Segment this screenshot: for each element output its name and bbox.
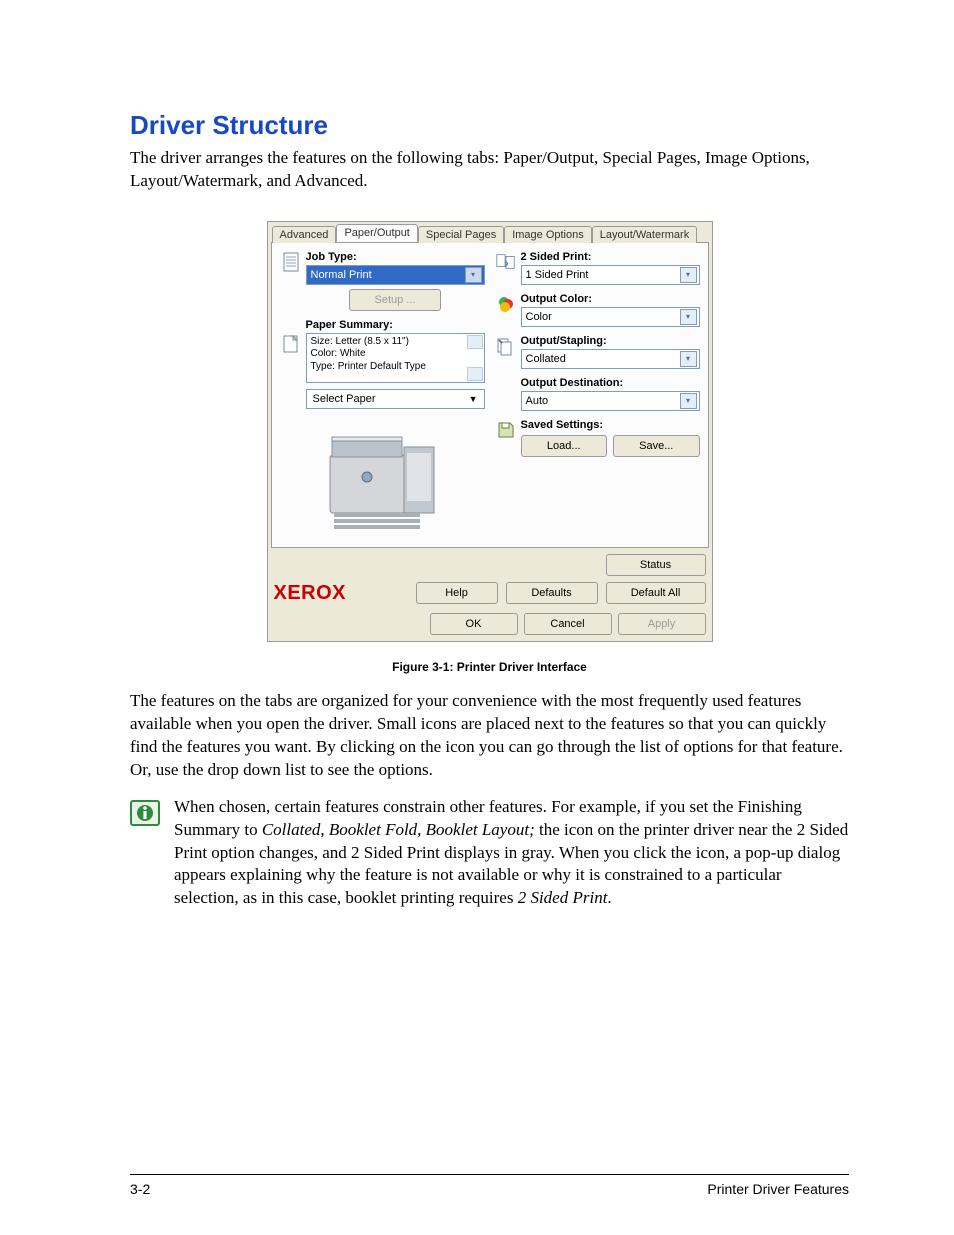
paper-summary-label: Paper Summary: <box>306 319 485 331</box>
chevron-down-icon: ▾ <box>465 267 482 283</box>
note-italic1: Collated, Booklet Fold, Booklet Layout; <box>262 820 535 839</box>
right-column: 2 Sided Print: 1 Sided Print ▾ <box>495 251 700 537</box>
tab-image-options[interactable]: Image Options <box>504 226 592 243</box>
load-button[interactable]: Load... <box>521 435 608 457</box>
save-icon[interactable] <box>495 419 517 441</box>
printer-illustration <box>280 417 485 537</box>
info-note: When chosen, certain features constrain … <box>130 796 849 911</box>
output-destination-select[interactable]: Auto ▾ <box>521 391 700 411</box>
tab-panel-paper-output: Job Type: Normal Print ▾ Setup ... <box>271 242 709 548</box>
paper-summary-line2: Color: White <box>311 348 480 361</box>
document-page: Driver Structure The driver arranges the… <box>0 0 954 1235</box>
intro-paragraph: The driver arranges the features on the … <box>130 147 849 193</box>
section-heading: Driver Structure <box>130 110 849 141</box>
tab-special-pages[interactable]: Special Pages <box>418 226 504 243</box>
ok-button[interactable]: OK <box>430 613 518 635</box>
dialog-button-row: OK Cancel Apply <box>268 613 712 635</box>
saved-settings-label: Saved Settings: <box>521 419 700 431</box>
paper-summary-line1: Size: Letter (8.5 x 11") <box>311 336 480 349</box>
job-type-block: Job Type: Normal Print ▾ Setup ... <box>280 251 485 311</box>
note-italic2: 2 Sided Print <box>518 888 608 907</box>
figure-caption: Figure 3-1: Printer Driver Interface <box>392 660 587 674</box>
job-type-label: Job Type: <box>306 251 485 263</box>
help-button[interactable]: Help <box>416 582 498 604</box>
info-icon <box>130 800 160 826</box>
figure-driver-interface: Advanced Paper/Output Special Pages Imag… <box>130 221 849 674</box>
output-destination-block: Output Destination: Auto ▾ <box>495 377 700 411</box>
two-sided-block: 2 Sided Print: 1 Sided Print ▾ <box>495 251 700 285</box>
two-sided-select[interactable]: 1 Sided Print ▾ <box>521 265 700 285</box>
paper-summary-line3: Type: Printer Default Type <box>311 361 480 374</box>
apply-button[interactable]: Apply <box>618 613 706 635</box>
tab-paper-output[interactable]: Paper/Output <box>336 224 417 242</box>
scroll-down-icon[interactable] <box>467 367 483 381</box>
output-color-block: Output Color: Color ▾ <box>495 293 700 327</box>
default-all-button[interactable]: Default All <box>606 582 706 604</box>
footer-rule <box>130 1174 849 1175</box>
saved-settings-block: Saved Settings: Load... Save... <box>495 419 700 457</box>
stapling-icon[interactable] <box>495 335 517 357</box>
two-sided-label: 2 Sided Print: <box>521 251 700 263</box>
cancel-button[interactable]: Cancel <box>524 613 612 635</box>
output-destination-value: Auto <box>526 395 549 407</box>
duplex-icon[interactable] <box>495 251 517 273</box>
color-icon[interactable] <box>495 293 517 315</box>
tab-advanced[interactable]: Advanced <box>272 226 337 243</box>
bottom-toolbar: Status XEROX Help Defaults Default All <box>268 554 712 605</box>
chevron-down-icon: ▾ <box>680 309 697 325</box>
output-stapling-label: Output/Stapling: <box>521 335 700 347</box>
page-number: 3-2 <box>130 1181 150 1197</box>
chevron-down-icon: ▼ <box>469 394 478 404</box>
document-icon[interactable] <box>280 251 302 273</box>
select-paper-label: Select Paper <box>313 393 376 405</box>
output-color-label: Output Color: <box>521 293 700 305</box>
setup-button[interactable]: Setup ... <box>349 289 441 311</box>
output-stapling-select[interactable]: Collated ▾ <box>521 349 700 369</box>
save-button[interactable]: Save... <box>613 435 700 457</box>
paper-summary-block: Paper Summary: Size: Letter (8.5 x <box>280 319 485 409</box>
output-color-value: Color <box>526 311 552 323</box>
footer-title: Printer Driver Features <box>707 1181 849 1197</box>
tab-layout-watermark[interactable]: Layout/Watermark <box>592 226 697 243</box>
output-color-select[interactable]: Color ▾ <box>521 307 700 327</box>
output-stapling-value: Collated <box>526 353 566 365</box>
tab-bar: Advanced Paper/Output Special Pages Imag… <box>268 222 712 242</box>
paper-summary-box: Size: Letter (8.5 x 11") Color: White Ty… <box>306 333 485 383</box>
two-sided-value: 1 Sided Print <box>526 269 589 281</box>
chevron-down-icon: ▾ <box>680 393 697 409</box>
printer-driver-window: Advanced Paper/Output Special Pages Imag… <box>267 221 713 642</box>
brand-logo: XEROX <box>274 582 408 605</box>
left-column: Job Type: Normal Print ▾ Setup ... <box>280 251 485 537</box>
status-button[interactable]: Status <box>606 554 706 576</box>
job-type-value: Normal Print <box>311 269 372 281</box>
output-destination-label: Output Destination: <box>521 377 700 389</box>
chevron-down-icon: ▾ <box>680 267 697 283</box>
scroll-up-icon[interactable] <box>467 335 483 349</box>
chevron-down-icon: ▾ <box>680 351 697 367</box>
note-end: . <box>607 888 611 907</box>
page-footer: 3-2 Printer Driver Features <box>130 1181 849 1197</box>
job-type-select[interactable]: Normal Print ▾ <box>306 265 485 285</box>
output-stapling-block: Output/Stapling: Collated ▾ <box>495 335 700 369</box>
paper-icon[interactable] <box>280 333 302 355</box>
select-paper-dropdown[interactable]: Select Paper ▼ <box>306 389 485 409</box>
note-paragraph: When chosen, certain features constrain … <box>174 796 849 911</box>
defaults-button[interactable]: Defaults <box>506 582 598 604</box>
paragraph-features: The features on the tabs are organized f… <box>130 690 849 782</box>
